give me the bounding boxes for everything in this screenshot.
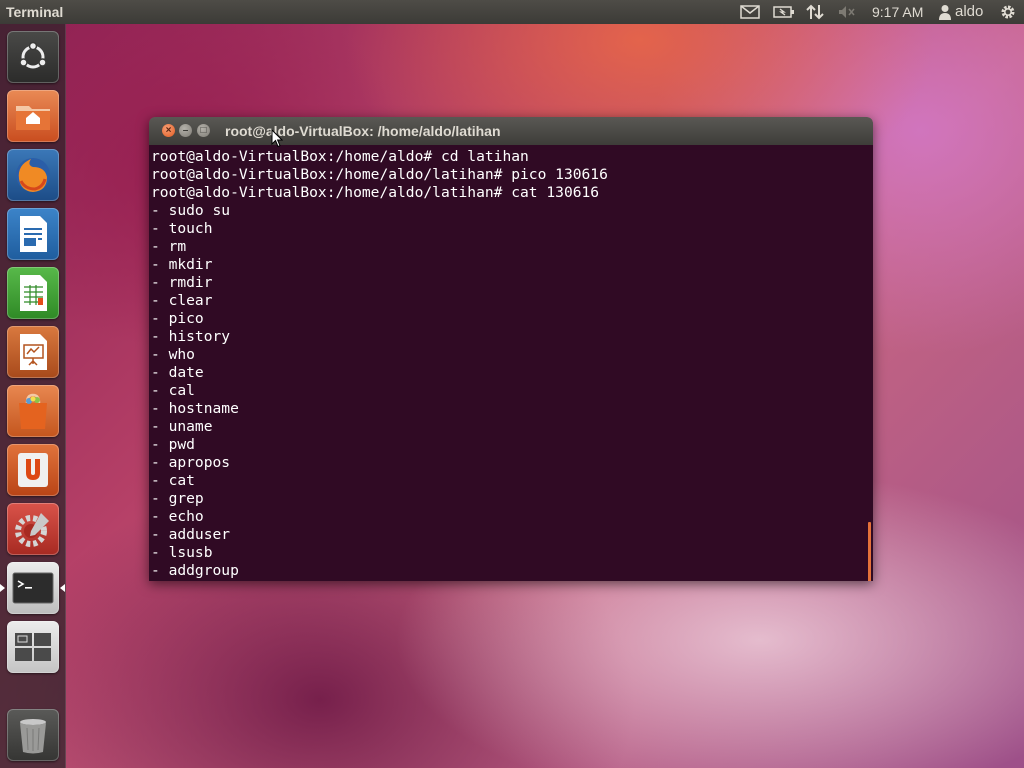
volume-muted-icon[interactable] (837, 3, 857, 21)
terminal-line: - pico (151, 310, 204, 327)
system-settings-button[interactable] (7, 503, 59, 555)
terminal-icon (12, 572, 54, 604)
minimize-button[interactable]: – (179, 124, 192, 137)
terminal-line: root@aldo-VirtualBox:/home/aldo/latihan#… (151, 166, 608, 183)
terminal-line: - hostname (151, 400, 239, 417)
active-app-title: Terminal (6, 4, 64, 20)
ubuntu-one-icon (18, 453, 48, 487)
libreoffice-calc-button[interactable] (7, 267, 59, 319)
terminal-line: - adduser (151, 526, 231, 543)
dash-home-button[interactable] (7, 31, 59, 83)
impress-icon (20, 334, 47, 370)
ubuntu-logo-icon (19, 41, 47, 69)
window-titlebar[interactable]: × – □ root@aldo-VirtualBox: /home/aldo/l… (149, 117, 873, 145)
firefox-button[interactable] (7, 149, 59, 201)
terminal-line: - rmdir (151, 274, 213, 291)
terminal-line: - sudo su (151, 202, 231, 219)
terminal-line: - date (151, 364, 204, 381)
scrollbar-thumb[interactable] (868, 522, 871, 581)
trash-button[interactable] (7, 709, 59, 761)
writer-icon (20, 216, 47, 252)
close-button[interactable]: × (162, 124, 175, 137)
home-folder-icon (16, 106, 50, 130)
terminal-line: - apropos (151, 454, 231, 471)
user-icon (939, 4, 951, 20)
launcher (0, 24, 66, 768)
terminal-button[interactable] (7, 562, 59, 614)
terminal-line: - addgroup (151, 562, 239, 579)
terminal-line: - who (151, 346, 195, 363)
terminal-output[interactable]: root@aldo-VirtualBox:/home/aldo# cd lati… (149, 145, 873, 581)
settings-wrench-icon (15, 513, 49, 547)
maximize-button[interactable]: □ (197, 124, 210, 137)
battery-icon[interactable] (773, 3, 795, 21)
terminal-line: - rm (151, 238, 187, 255)
libreoffice-writer-button[interactable] (7, 208, 59, 260)
terminal-line: - touch (151, 220, 213, 237)
clock[interactable]: 9:17 AM (872, 4, 923, 20)
user-menu[interactable]: aldo (938, 3, 983, 20)
terminal-line: - grep (151, 490, 204, 507)
libreoffice-impress-button[interactable] (7, 326, 59, 378)
top-panel: Terminal 9:17 AM aldo (0, 0, 1024, 24)
network-icon[interactable] (806, 3, 824, 21)
terminal-line: root@aldo-VirtualBox:/home/aldo# cd lati… (151, 148, 529, 165)
active-app-indicator (0, 584, 5, 592)
gear-icon[interactable] (999, 3, 1017, 21)
terminal-line: root@aldo-VirtualBox:/home/aldo/latihan#… (151, 184, 600, 201)
terminal-line: - pwd (151, 436, 195, 453)
ubuntu-one-button[interactable] (7, 444, 59, 496)
mail-icon[interactable] (740, 3, 760, 21)
terminal-window[interactable]: × – □ root@aldo-VirtualBox: /home/aldo/l… (149, 117, 873, 581)
focused-window-indicator (60, 584, 65, 592)
terminal-line: - cal (151, 382, 195, 399)
terminal-line: - lsusb (151, 544, 213, 561)
user-name: aldo (955, 3, 984, 20)
trash-icon (20, 719, 46, 754)
terminal-lines: root@aldo-VirtualBox:/home/aldo# cd lati… (151, 148, 608, 580)
workspaces-icon (15, 633, 51, 661)
window-title: root@aldo-VirtualBox: /home/aldo/latihan (225, 123, 501, 139)
mouse-pointer-icon (271, 129, 283, 148)
terminal-line: - clear (151, 292, 213, 309)
home-folder-button[interactable] (7, 90, 59, 142)
software-center-button[interactable] (7, 385, 59, 437)
terminal-line: - history (151, 328, 231, 345)
terminal-line: - cat (151, 472, 195, 489)
terminal-line: - uname (151, 418, 213, 435)
firefox-icon (16, 158, 50, 192)
terminal-line: - echo (151, 508, 204, 525)
shopping-bag-icon (19, 393, 47, 429)
workspace-switcher-button[interactable] (7, 621, 59, 673)
calc-icon (20, 275, 47, 311)
terminal-line: - mkdir (151, 256, 213, 273)
